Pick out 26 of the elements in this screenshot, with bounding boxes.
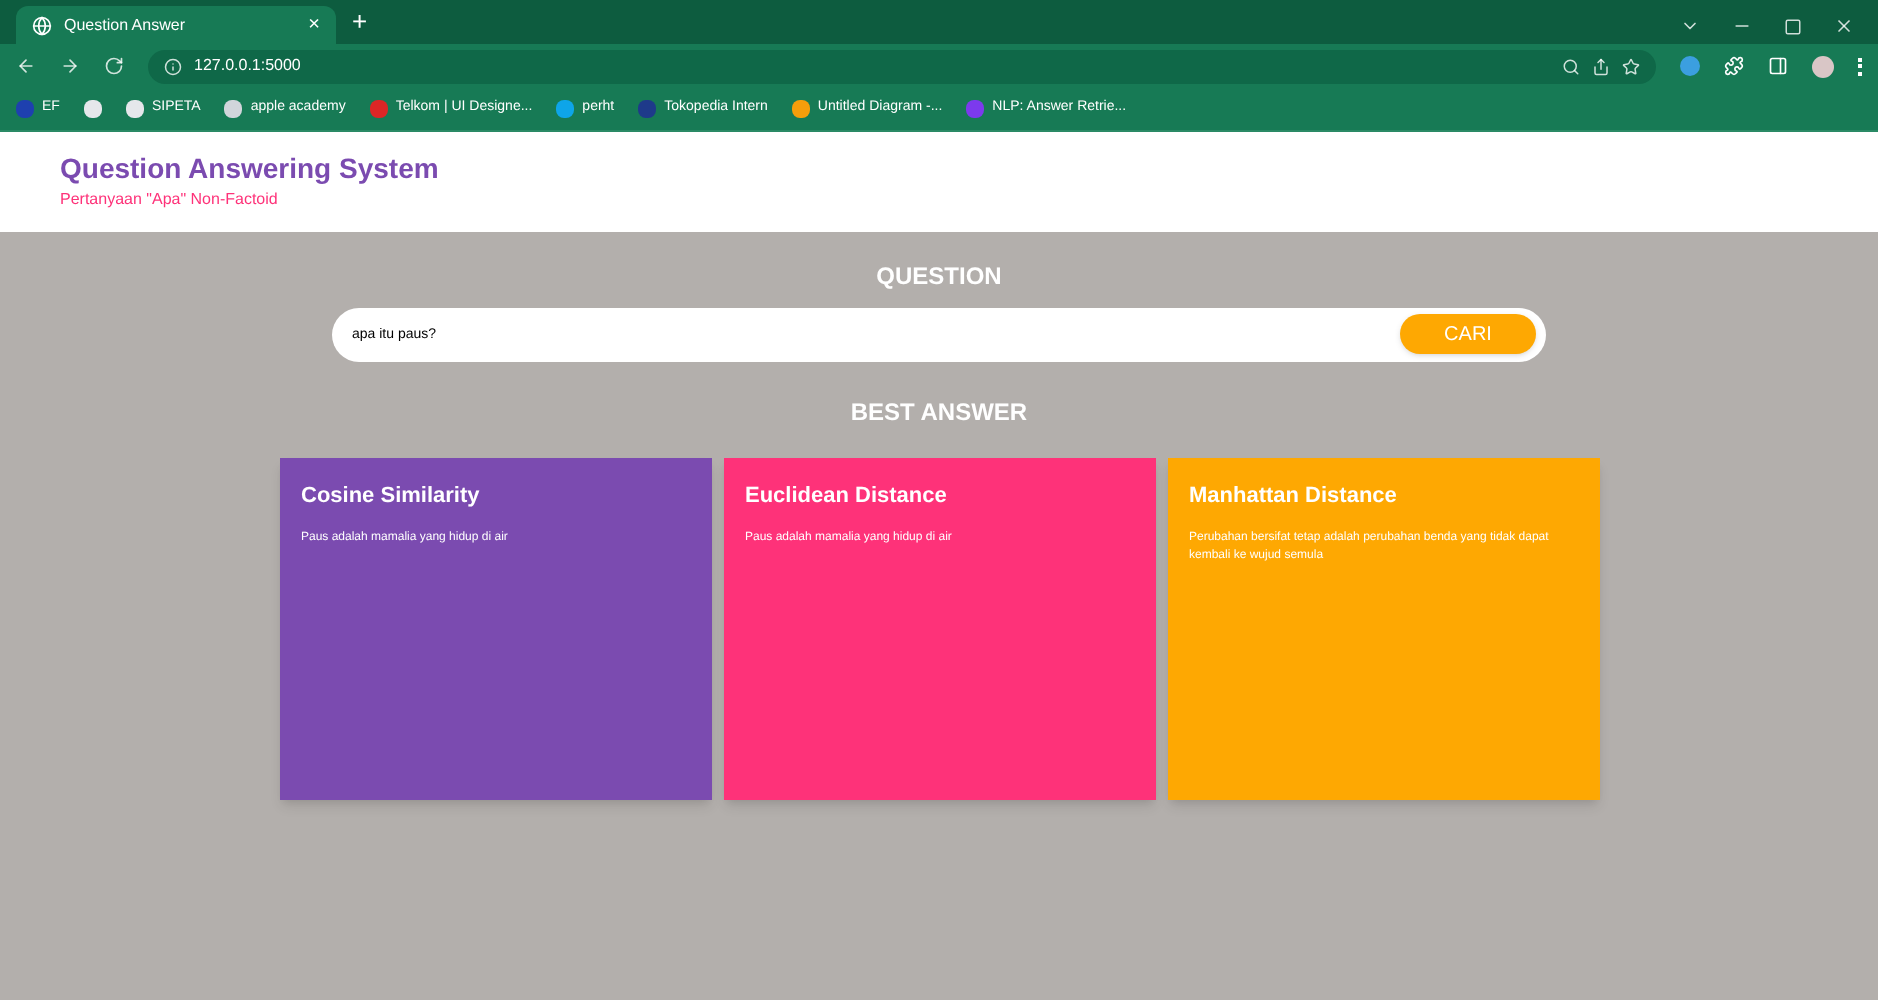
- back-icon[interactable]: [16, 56, 36, 76]
- maximize-icon[interactable]: [1784, 17, 1802, 35]
- tab-title: Question Answer: [64, 13, 187, 37]
- star-icon[interactable]: [1622, 57, 1640, 75]
- close-tab-button[interactable]: ×: [308, 10, 320, 40]
- info-icon: [164, 57, 182, 75]
- card-title: Manhattan Distance: [1189, 482, 1399, 512]
- card-title: Cosine Similarity: [301, 482, 482, 512]
- url-text: 127.0.0.1:5000: [194, 54, 301, 78]
- globe-icon: [32, 15, 52, 35]
- reload-icon[interactable]: [104, 56, 124, 76]
- zoom-icon[interactable]: [1562, 57, 1580, 75]
- avatar-icon[interactable]: [1812, 55, 1834, 77]
- question-heading: QUESTION: [876, 260, 1002, 294]
- puzzle-icon[interactable]: [1724, 56, 1744, 76]
- url-field[interactable]: 127.0.0.1:5000: [148, 49, 1656, 83]
- browser-tab[interactable]: Question Answer ×: [16, 6, 336, 44]
- app-title: Question Answering System: [60, 152, 441, 188]
- answers-heading: BEST ANSWER: [850, 396, 1028, 430]
- forward-icon[interactable]: [60, 56, 80, 76]
- new-tab-button[interactable]: +: [352, 1, 368, 40]
- close-icon[interactable]: [1834, 16, 1854, 36]
- app-subtitle: Pertanyaan "Apa" Non-Factoid: [60, 187, 280, 212]
- share-icon[interactable]: [1592, 57, 1610, 75]
- card-title: Euclidean Distance: [745, 482, 949, 512]
- side-panel-icon[interactable]: [1768, 56, 1788, 76]
